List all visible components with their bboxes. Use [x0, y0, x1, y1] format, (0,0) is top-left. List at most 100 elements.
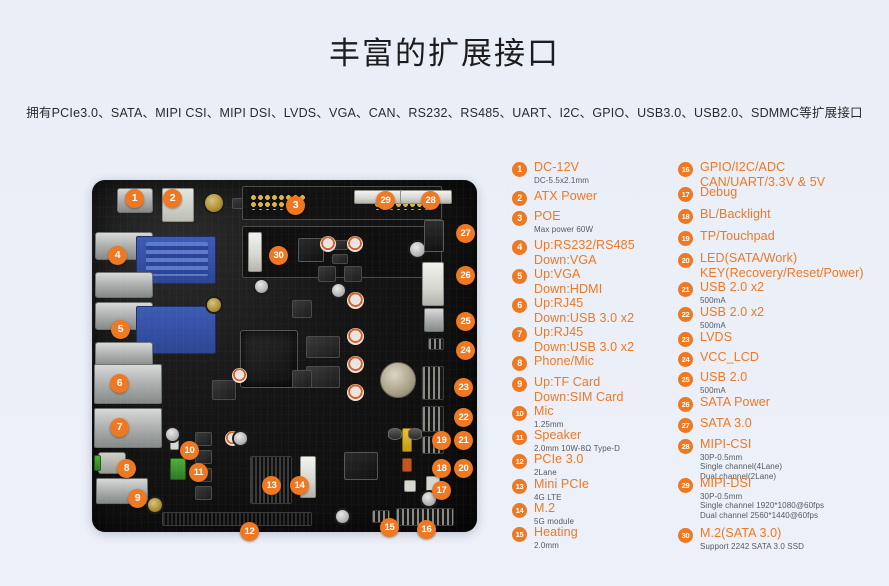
legend-number-badge: 27	[678, 418, 693, 433]
speaker-connector	[170, 458, 186, 480]
board-badge-30: 30	[269, 246, 288, 265]
power-mosfet-bank	[195, 432, 212, 446]
legend-subtitle: 500mA	[700, 295, 726, 305]
board-badge-29: 29	[376, 191, 395, 210]
legend-number-badge: 8	[512, 356, 527, 371]
legend-title: TP/Touchpad	[700, 229, 775, 243]
legend-item-27: 27 SATA 3.0	[678, 416, 752, 433]
legend-title: Up:RS232/RS485 Down:VGA	[534, 238, 635, 267]
legend-item-20: 20 LED(SATA/Work) KEY(Recovery/Reset/Powe…	[678, 251, 864, 280]
legend-item-3: 3 POE Max power 60W	[512, 209, 593, 234]
power-button	[408, 428, 422, 440]
audio-jack-ring	[94, 455, 101, 471]
page-subtitle: 拥有PCIe3.0、SATA、MIPI CSI、MIPI DSI、LVDS、VG…	[26, 106, 863, 120]
legend-text-group: PCIe 3.0 2Lane	[534, 452, 583, 477]
legend-number-badge: 11	[512, 430, 527, 445]
legend-title: LVDS	[700, 330, 733, 344]
legend-item-21: 21 USB 2.0 x2 500mA	[678, 280, 764, 305]
board-badge-17: 17	[432, 481, 451, 500]
legend-text-group: ATX Power	[534, 189, 597, 204]
legend-number-badge: 16	[678, 162, 693, 177]
board-badge-12: 12	[240, 522, 259, 541]
legend-title: USB 2.0	[700, 370, 748, 384]
legend-text-group: VCC_LCD	[700, 350, 759, 365]
legend-text-group: Debug	[700, 185, 737, 200]
electrolytic-cap-4	[347, 328, 364, 345]
legend-title: USB 2.0 x2	[700, 280, 765, 294]
mount-hole-h	[332, 284, 345, 297]
usb20-header-22	[422, 406, 444, 432]
mount-hole-g	[255, 280, 268, 293]
board-badge-25: 25	[456, 312, 475, 331]
legend-item-24: 24 VCC_LCD	[678, 350, 759, 367]
vga-fins-upper	[146, 242, 208, 276]
legend-text-group: TP/Touchpad	[700, 229, 775, 244]
legend-text-group: LED(SATA/Work) KEY(Recovery/Reset/Power)	[700, 251, 864, 280]
legend-number-badge: 28	[678, 439, 693, 454]
board-badge-3: 3	[286, 196, 305, 215]
legend-title: Speaker	[534, 428, 582, 442]
legend-text-group: Up:RJ45 Down:USB 3.0 x2	[534, 296, 634, 325]
board-badge-2: 2	[163, 189, 182, 208]
legend-number-badge: 1	[512, 162, 527, 177]
board-badge-10: 10	[180, 441, 199, 460]
legend-text-group: Heating 2.0mm	[534, 525, 578, 550]
legend-title: PCIe 3.0	[534, 452, 584, 466]
legend-number-badge: 21	[678, 282, 693, 297]
legend-item-26: 26 SATA Power	[678, 395, 770, 412]
legend-text-group: BL/Backlight	[700, 207, 771, 222]
legend-subtitle: 2Lane	[534, 467, 557, 477]
legend-number-badge: 7	[512, 327, 527, 342]
legend-title: Debug	[700, 185, 738, 199]
mount-hole-a	[410, 242, 425, 257]
legend-title: Mic	[534, 404, 554, 418]
legend-item-13: 13 Mini PCIe 4G LTE	[512, 477, 589, 502]
legend-title: USB 2.0 x2	[700, 305, 765, 319]
sata3-port	[424, 220, 444, 252]
legend-title: M.2(SATA 3.0)	[700, 526, 782, 540]
legend-text-group: M.2 5G module	[534, 501, 574, 526]
usb20-single-port	[424, 308, 444, 332]
board-badge-28: 28	[421, 191, 440, 210]
inductor-3	[292, 300, 312, 318]
board-badge-9: 9	[128, 489, 147, 508]
board-badge-1: 1	[125, 189, 144, 208]
board-badge-24: 24	[456, 341, 475, 360]
legend-number-badge: 23	[678, 332, 693, 347]
legend-item-17: 17 Debug	[678, 185, 737, 202]
legend-item-23: 23 LVDS	[678, 330, 732, 347]
electrolytic-cap-3	[347, 292, 364, 309]
board-badge-6: 6	[110, 374, 129, 393]
legend-item-30: 30 M.2(SATA 3.0) Support 2242 SATA 3.0 SSD	[678, 526, 804, 551]
board-badge-13: 13	[262, 476, 281, 495]
mount-hole-d	[148, 498, 162, 512]
board-badge-20: 20	[454, 459, 473, 478]
legend-item-14: 14 M.2 5G module	[512, 501, 574, 526]
soc-processor	[240, 330, 298, 388]
legend-number-badge: 24	[678, 352, 693, 367]
legend-number-badge: 5	[512, 269, 527, 284]
legend-item-25: 25 USB 2.0 500mA	[678, 370, 747, 395]
legend-text-group: Up:TF Card Down:SIM Card	[534, 375, 624, 404]
legend-title: Up:TF Card Down:SIM Card	[534, 375, 624, 404]
electrolytic-cap-5	[347, 356, 364, 373]
legend-number-badge: 17	[678, 187, 693, 202]
legend-number-badge: 15	[512, 527, 527, 542]
legend-text-group: SATA 3.0	[700, 416, 752, 431]
page-title: 丰富的扩展接口	[329, 36, 560, 71]
legend-title: SATA 3.0	[700, 416, 752, 430]
coin-cell-battery	[380, 362, 416, 398]
legend-subtitle: 500mA	[700, 385, 726, 395]
mount-hole-e	[336, 510, 349, 523]
legend-title: Mini PCIe	[534, 477, 590, 491]
legend-item-7: 7 Up:RJ45 Down:USB 3.0 x2	[512, 325, 634, 354]
legend-title: Up:RJ45 Down:USB 3.0 x2	[534, 325, 635, 354]
legend-text-group: Up:RS232/RS485 Down:VGA	[534, 238, 635, 267]
legend-item-8: 8 Phone/Mic	[512, 354, 594, 371]
legend-text-group: Mic 1.25mm	[534, 404, 564, 429]
pcie-x16-slot	[162, 512, 312, 526]
legend-text-group: Up:VGA Down:HDMI	[534, 267, 602, 296]
legend-title: Up:VGA Down:HDMI	[534, 267, 603, 296]
power-mosfet-bank4	[195, 486, 212, 500]
board-badge-4: 4	[108, 246, 127, 265]
